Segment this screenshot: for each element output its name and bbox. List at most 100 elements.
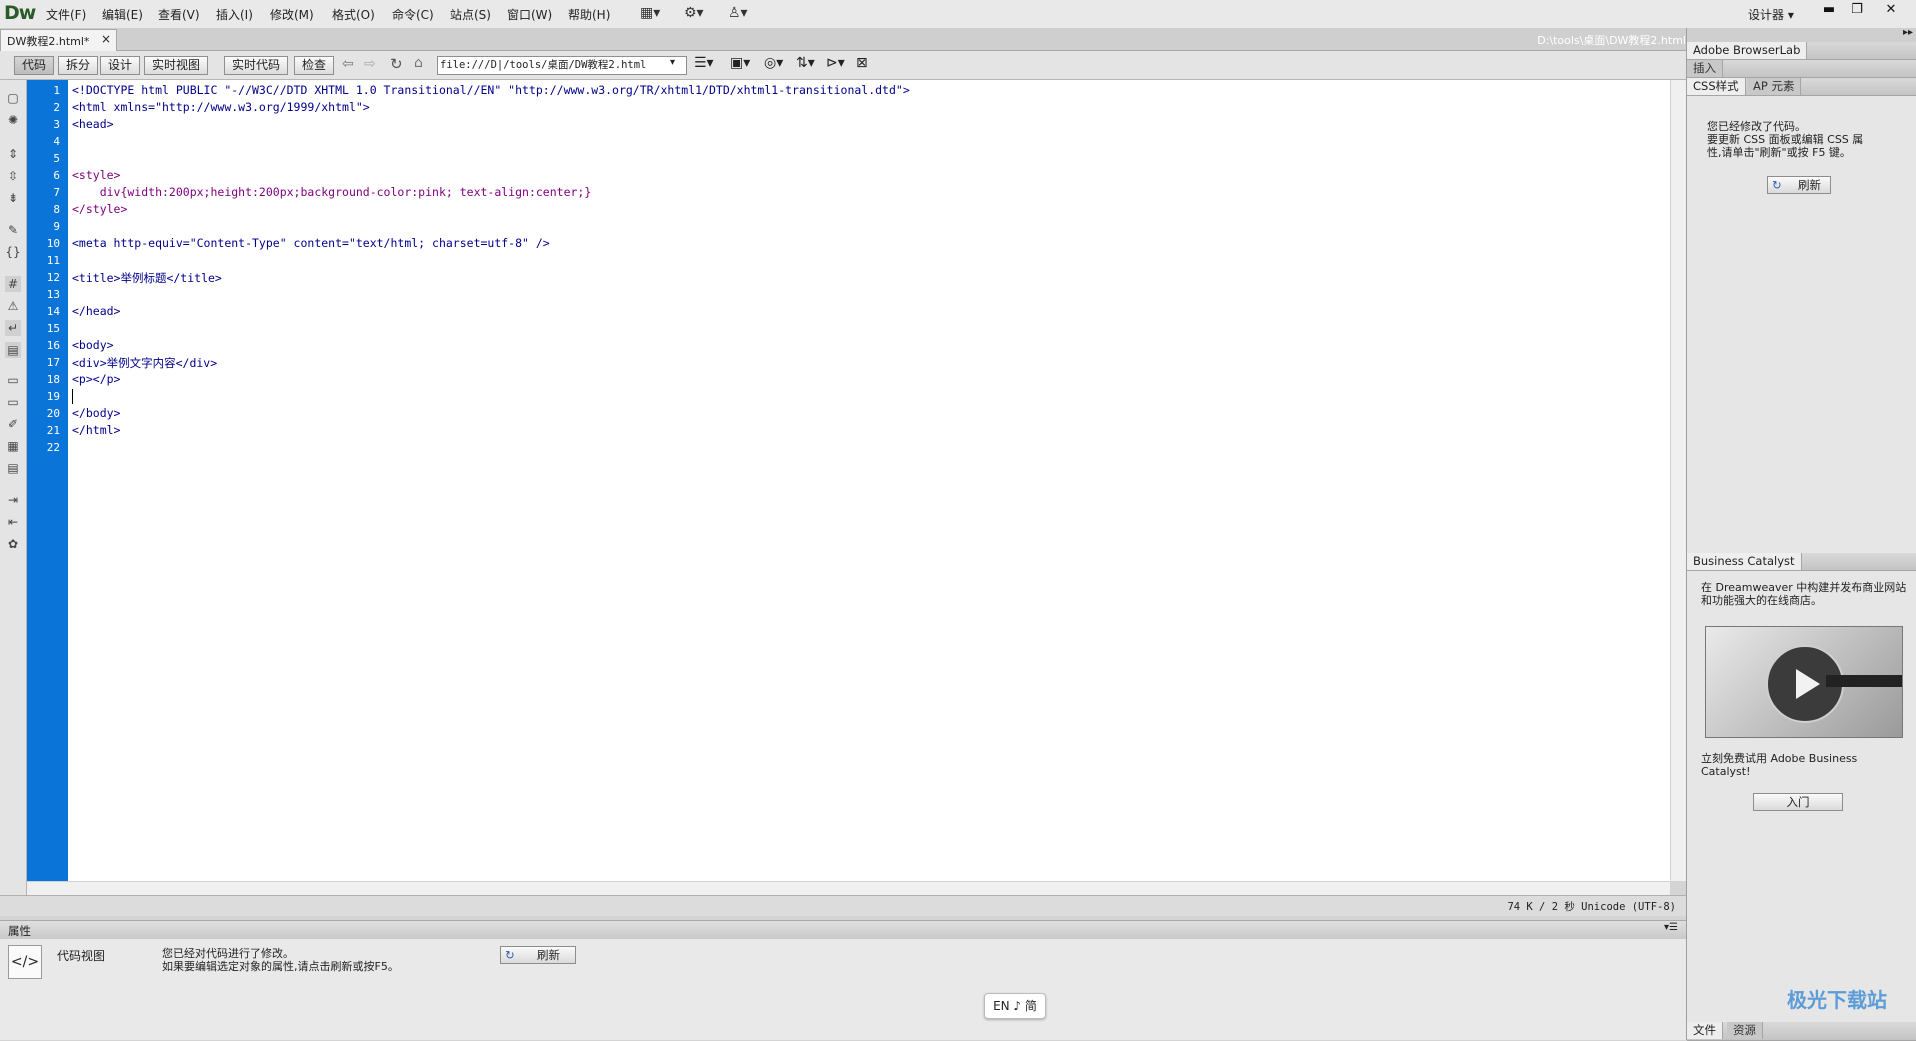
code-line[interactable]: <html xmlns="http://www.w3.org/1999/xhtm… xyxy=(72,100,370,114)
code-line[interactable]: </style> xyxy=(72,202,127,216)
menu-window[interactable]: 窗口(W) xyxy=(507,6,552,23)
code-line[interactable]: </head> xyxy=(72,304,120,318)
balance-braces-icon[interactable]: {} xyxy=(5,244,21,260)
menu-view[interactable]: 查看(V) xyxy=(158,6,200,23)
remove-comment-icon[interactable]: ▭ xyxy=(5,394,21,410)
outdent-icon[interactable]: ⇤ xyxy=(5,514,21,530)
menu-edit[interactable]: 编辑(E) xyxy=(102,6,143,23)
address-input[interactable]: file:///D|/tools/桌面/DW教程2.html xyxy=(437,56,687,75)
files-panel-header[interactable]: 文件 资源 xyxy=(1687,1022,1916,1041)
insert-tab[interactable]: 插入 xyxy=(1687,60,1723,77)
format-source-icon[interactable]: ✿ xyxy=(5,536,21,552)
menu-site[interactable]: 站点(S) xyxy=(450,6,491,23)
business-catalyst-tab[interactable]: Business Catalyst xyxy=(1687,553,1802,570)
show-code-navigator-icon[interactable]: ✺ xyxy=(5,112,21,128)
assets-tab[interactable]: 资源 xyxy=(1727,1022,1763,1039)
code-line[interactable]: <body> xyxy=(72,338,114,352)
debug-icon[interactable]: ⇅▾ xyxy=(796,55,815,71)
recent-snippets-icon[interactable]: ▦ xyxy=(5,438,21,454)
code-line[interactable]: <p></p> xyxy=(72,372,120,386)
view-live-button[interactable]: 实时视图 xyxy=(144,56,209,75)
move-css-icon[interactable]: ▤ xyxy=(5,460,21,476)
minimize-icon[interactable]: ▬ xyxy=(1818,2,1840,20)
code-line[interactable]: div{width:200px;height:200px;background-… xyxy=(72,185,592,199)
code-editor[interactable]: <!DOCTYPE html PUBLIC "-//W3C//DTD XHTML… xyxy=(68,80,1670,881)
panel-collapse-bar[interactable]: ▸▸ xyxy=(1687,27,1916,42)
collapse-selection-icon[interactable]: ⇳ xyxy=(5,168,21,184)
files-tab[interactable]: 文件 xyxy=(1687,1022,1723,1039)
address-dropdown-icon[interactable]: ▾ xyxy=(670,57,675,68)
code-line[interactable]: <meta http-equiv="Content-Type" content=… xyxy=(72,236,550,250)
panel-menu-icon[interactable]: ▾☰ xyxy=(1664,922,1678,933)
css-panel-header[interactable]: CSS样式 AP 元素 xyxy=(1687,78,1916,96)
highlight-invalid-icon[interactable]: ⚠ xyxy=(5,298,21,314)
validate-icon[interactable]: ⊠ xyxy=(856,55,868,71)
open-documents-icon[interactable]: ▢ xyxy=(5,90,21,106)
horizontal-scrollbar[interactable] xyxy=(27,881,1670,896)
word-wrap-icon[interactable]: ↵ xyxy=(5,320,21,336)
view-code-button[interactable]: 代码 xyxy=(14,56,55,75)
layout-icon[interactable]: ▦▾ xyxy=(640,5,660,21)
insert-header[interactable]: 插入 xyxy=(1687,60,1916,78)
back-icon[interactable]: ⇦ xyxy=(342,56,354,72)
site-icon[interactable]: ♙▾ xyxy=(728,5,748,21)
properties-refresh-button[interactable]: ↻ 刷新 xyxy=(500,946,576,964)
get-started-button[interactable]: 入门 xyxy=(1753,793,1843,811)
syntax-coloring-icon[interactable]: ▤ xyxy=(5,342,21,358)
gear-icon[interactable]: ⚙▾ xyxy=(684,5,704,21)
code-line[interactable]: <title>举例标题</title> xyxy=(72,270,222,286)
code-line[interactable]: </html> xyxy=(72,423,120,437)
apply-comment-icon[interactable]: ▭ xyxy=(5,372,21,388)
browserlab-header[interactable]: Adobe BrowserLab xyxy=(1687,42,1916,60)
properties-header[interactable]: 属性 ▾☰ xyxy=(0,920,1686,940)
close-icon[interactable]: ✕ xyxy=(1880,2,1902,20)
wrap-tag-icon[interactable]: ✐ xyxy=(5,416,21,432)
line-numbers-icon[interactable]: # xyxy=(5,276,21,292)
menu-insert[interactable]: 插入(I) xyxy=(216,6,253,23)
css-styles-tab[interactable]: CSS样式 xyxy=(1687,78,1746,95)
visual-aids-icon[interactable]: ⊳▾ xyxy=(826,55,845,71)
browserlab-tab[interactable]: Adobe BrowserLab xyxy=(1687,42,1808,59)
view-design-button[interactable]: 设计 xyxy=(100,56,141,75)
inspect-button[interactable]: 检查 xyxy=(294,56,335,75)
live-code-button[interactable]: 实时代码 xyxy=(224,56,289,75)
select-parent-tag-icon[interactable]: ✎ xyxy=(5,222,21,238)
preview-icon[interactable]: ◎▾ xyxy=(764,55,783,71)
code-line[interactable]: </body> xyxy=(72,406,120,420)
line-number: 7 xyxy=(53,186,60,199)
bc-video-thumbnail[interactable] xyxy=(1705,626,1903,738)
menu-modify[interactable]: 修改(M) xyxy=(270,6,314,23)
line-number: 19 xyxy=(46,390,60,403)
tab-close-icon[interactable]: × xyxy=(101,32,111,46)
indent-icon[interactable]: ⇥ xyxy=(5,492,21,508)
code-line[interactable]: <!DOCTYPE html PUBLIC "-//W3C//DTD XHTML… xyxy=(72,83,910,97)
view-split-button[interactable]: 拆分 xyxy=(58,56,99,75)
text-caret xyxy=(72,389,73,404)
ap-elements-tab[interactable]: AP 元素 xyxy=(1747,78,1802,95)
restore-icon[interactable]: ❐ xyxy=(1846,2,1868,20)
vertical-scrollbar[interactable] xyxy=(1670,80,1687,881)
css-refresh-button[interactable]: ↻ 刷新 xyxy=(1767,176,1831,194)
coding-toolbar: ▢ ✺ ⇕ ⇳ ⇟ ✎ {} # ⚠ ↵ ▤ ▭ ▭ ✐ ▦ ▤ ⇥ ⇤ ✿ xyxy=(0,80,27,895)
collapse-icon[interactable]: ▸▸ xyxy=(1903,27,1913,38)
menu-help[interactable]: 帮助(H) xyxy=(568,6,610,23)
refresh-icon[interactable]: ↻ xyxy=(390,55,403,73)
multiscreen-icon[interactable]: ▣▾ xyxy=(730,55,750,71)
home-icon[interactable]: ⌂ xyxy=(414,55,423,71)
workspace-switcher[interactable]: 设计器 ▾ xyxy=(1748,6,1794,23)
menu-commands[interactable]: 命令(C) xyxy=(392,6,434,23)
code-line[interactable]: <head> xyxy=(72,117,114,131)
document-tab[interactable]: DW教程2.html* × xyxy=(0,29,117,51)
menu-file[interactable]: 文件(F) xyxy=(46,6,86,23)
collapse-tag-icon[interactable]: ⇕ xyxy=(5,146,21,162)
file-management-icon[interactable]: ☰▾ xyxy=(694,55,714,71)
properties-title: 属性 xyxy=(8,924,31,938)
line-number: 14 xyxy=(46,305,60,318)
code-line[interactable]: <style> xyxy=(72,168,120,182)
line-number: 13 xyxy=(46,288,60,301)
business-catalyst-header[interactable]: Business Catalyst xyxy=(1687,553,1916,571)
expand-all-icon[interactable]: ⇟ xyxy=(5,190,21,206)
menu-format[interactable]: 格式(O) xyxy=(332,6,375,23)
forward-icon[interactable]: ⇨ xyxy=(364,56,376,72)
code-line[interactable]: <div>举例文字内容</div> xyxy=(72,355,217,371)
